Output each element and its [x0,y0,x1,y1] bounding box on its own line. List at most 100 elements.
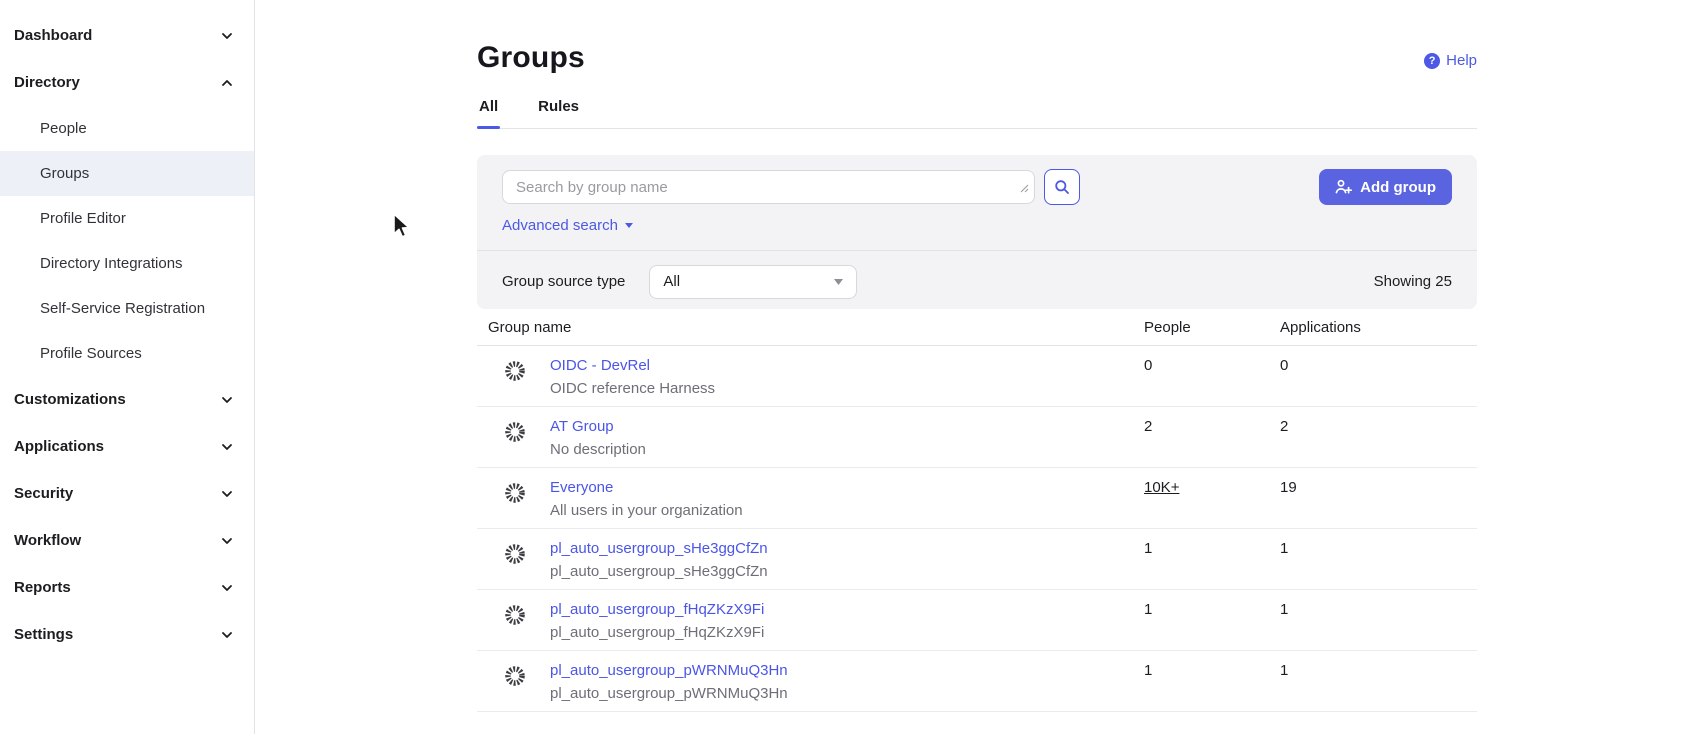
sidebar: Dashboard Directory People Groups Profil… [0,0,255,734]
page-header: Groups ? Help [477,0,1477,75]
search-icon [1054,179,1070,195]
group-description: pl_auto_usergroup_sHe3ggCfZn [550,563,768,580]
sidebar-item-label: Self-Service Registration [40,300,205,317]
source-type-value: All [663,273,680,290]
advanced-search-label: Advanced search [502,217,618,234]
group-avatar-icon [504,482,526,519]
source-type-select[interactable]: All [649,265,857,299]
group-description: No description [550,441,646,458]
filter-panel: Add group Advanced search Group source t… [477,155,1477,309]
chevron-down-icon [220,534,234,548]
search-button[interactable] [1044,169,1080,205]
group-name-link[interactable]: pl_auto_usergroup_fHqZKzX9Fi [550,601,764,618]
group-description: pl_auto_usergroup_pWRNMuQ3Hn [550,685,788,702]
group-description: pl_auto_usergroup_fHqZKzX9Fi [550,624,764,641]
sidebar-item-label: Reports [14,579,71,596]
table-row: AT Group No description 2 2 [477,407,1477,468]
add-group-button[interactable]: Add group [1319,169,1452,205]
chevron-down-icon [220,29,234,43]
column-header-group-name: Group name [477,319,1144,336]
sidebar-item-label: People [40,120,87,137]
showing-count: Showing 25 [1374,273,1452,290]
group-name-link[interactable]: Everyone [550,479,743,496]
table-row: Everyone All users in your organization … [477,468,1477,529]
group-name-link[interactable]: AT Group [550,418,646,435]
group-description: OIDC reference Harness [550,380,715,397]
group-avatar-icon [504,604,526,641]
sidebar-item-people[interactable]: People [0,106,254,151]
group-search-input[interactable] [502,170,1035,204]
add-user-group-icon [1335,179,1352,195]
chevron-down-icon [220,581,234,595]
help-link-label: Help [1446,52,1477,69]
sidebar-item-label: Workflow [14,532,81,549]
caret-down-icon [625,223,633,228]
chevron-down-icon [220,440,234,454]
people-count: 0 [1144,357,1280,374]
source-type-label: Group source type [502,273,625,290]
sidebar-item-dashboard[interactable]: Dashboard [0,12,254,59]
sidebar-item-settings[interactable]: Settings [0,611,254,658]
table-row: pl_auto_usergroup_pWRNMuQ3Hn pl_auto_use… [477,651,1477,712]
people-count: 1 [1144,662,1280,679]
applications-count: 1 [1280,601,1477,618]
sidebar-item-self-service-registration[interactable]: Self-Service Registration [0,286,254,331]
add-group-label: Add group [1360,179,1436,196]
people-count-link[interactable]: 10K+ [1144,479,1280,496]
group-name-link[interactable]: OIDC - DevRel [550,357,715,374]
tab-bar: All Rules [477,98,1477,129]
applications-count: 1 [1280,540,1477,557]
chevron-up-icon [220,76,234,90]
tab-rules[interactable]: Rules [536,98,581,128]
groups-table: Group name People Applications OIDC - De… [477,309,1477,712]
sidebar-item-profile-sources[interactable]: Profile Sources [0,331,254,376]
sidebar-item-label: Customizations [14,391,126,408]
chevron-down-icon [220,487,234,501]
chevron-down-icon [220,393,234,407]
help-icon: ? [1424,53,1440,69]
sidebar-item-reports[interactable]: Reports [0,564,254,611]
sidebar-item-label: Directory [14,74,80,91]
table-row: pl_auto_usergroup_sHe3ggCfZn pl_auto_use… [477,529,1477,590]
sidebar-item-profile-editor[interactable]: Profile Editor [0,196,254,241]
sidebar-item-label: Applications [14,438,104,455]
sidebar-item-label: Dashboard [14,27,92,44]
group-avatar-icon [504,421,526,458]
applications-count: 1 [1280,662,1477,679]
table-row: OIDC - DevRel OIDC reference Harness 0 0 [477,346,1477,407]
column-header-people: People [1144,319,1280,336]
sidebar-item-directory[interactable]: Directory [0,59,254,106]
page-title: Groups [477,41,1477,75]
sidebar-item-security[interactable]: Security [0,470,254,517]
people-count: 1 [1144,601,1280,618]
chevron-down-icon [220,628,234,642]
group-avatar-icon [504,665,526,702]
caret-down-icon [834,279,843,285]
applications-count: 0 [1280,357,1477,374]
sidebar-item-label: Profile Editor [40,210,126,227]
table-row: pl_auto_usergroup_fHqZKzX9Fi pl_auto_use… [477,590,1477,651]
group-avatar-icon [504,543,526,580]
sidebar-item-workflow[interactable]: Workflow [0,517,254,564]
group-name-link[interactable]: pl_auto_usergroup_pWRNMuQ3Hn [550,662,788,679]
app-window: Dashboard Directory People Groups Profil… [0,0,1687,734]
tab-all[interactable]: All [477,98,500,128]
group-description: All users in your organization [550,502,743,519]
table-header: Group name People Applications [477,309,1477,346]
people-count: 2 [1144,418,1280,435]
help-link[interactable]: ? Help [1424,52,1477,69]
sidebar-item-directory-integrations[interactable]: Directory Integrations [0,241,254,286]
group-name-link[interactable]: pl_auto_usergroup_sHe3ggCfZn [550,540,768,557]
applications-count: 19 [1280,479,1477,496]
people-count: 1 [1144,540,1280,557]
column-header-applications: Applications [1280,319,1477,336]
sidebar-item-customizations[interactable]: Customizations [0,376,254,423]
sidebar-item-applications[interactable]: Applications [0,423,254,470]
advanced-search-link[interactable]: Advanced search [502,217,633,234]
applications-count: 2 [1280,418,1477,435]
sidebar-item-label: Profile Sources [40,345,142,362]
sidebar-item-label: Security [14,485,73,502]
main-content: Groups ? Help All Rules [255,0,1687,734]
sidebar-item-groups[interactable]: Groups [0,151,254,196]
sidebar-item-label: Directory Integrations [40,255,183,272]
